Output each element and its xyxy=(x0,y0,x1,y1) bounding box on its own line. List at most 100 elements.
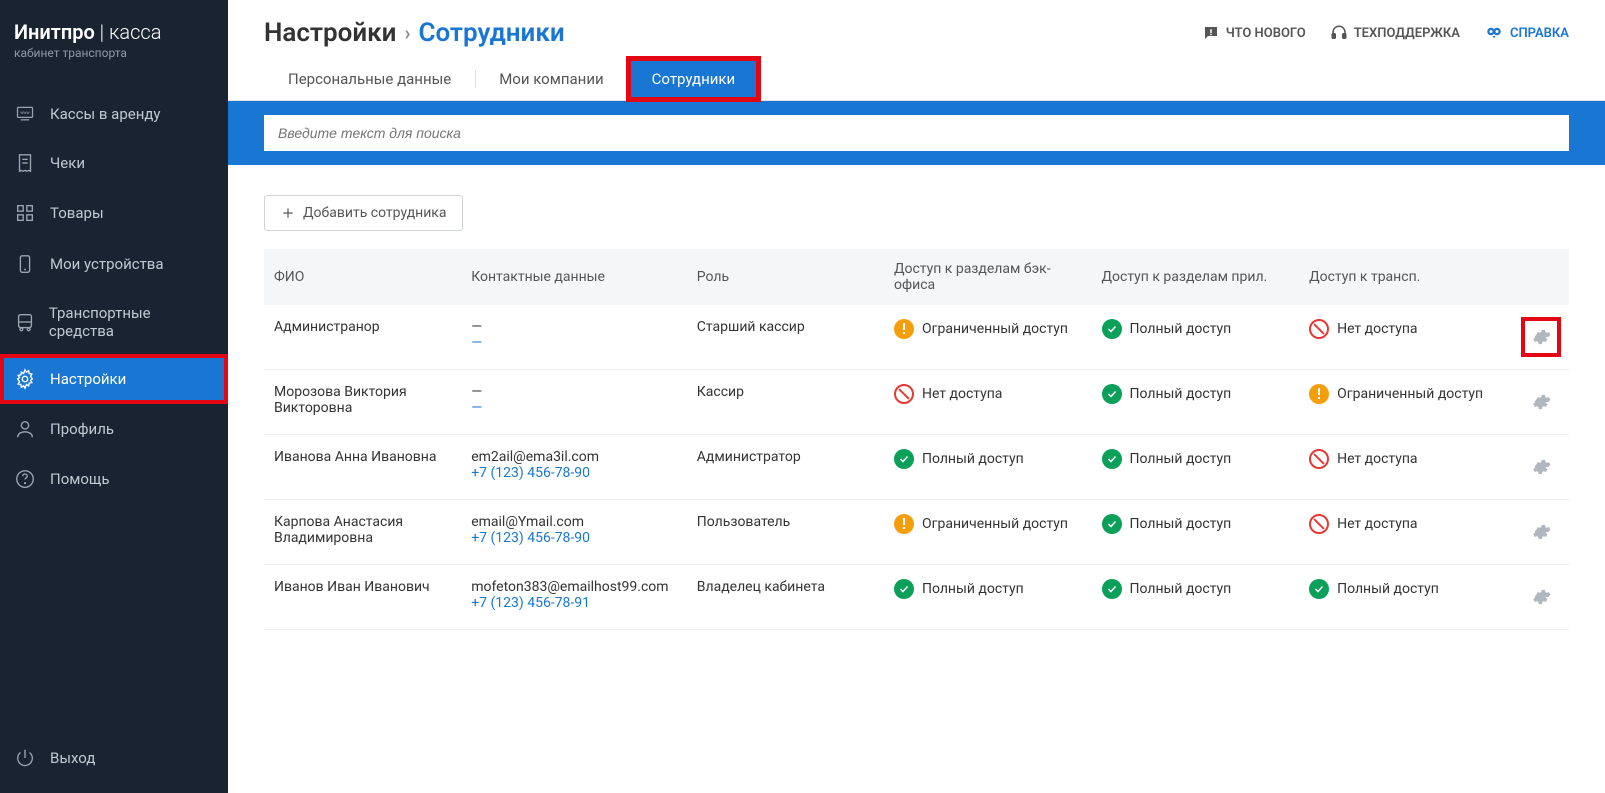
access-cell: Полный доступ xyxy=(1102,384,1290,404)
breadcrumb-current: Сотрудники xyxy=(418,18,564,48)
table-header-row: ФИО Контактные данные Роль Доступ к разд… xyxy=(264,249,1569,305)
sidebar-item-label: Товары xyxy=(50,204,104,222)
access-label: Полный доступ xyxy=(922,581,1024,597)
access-cell: Полный доступ xyxy=(1102,319,1290,339)
cell-app: Полный доступ xyxy=(1092,435,1300,500)
grid-icon xyxy=(14,202,50,224)
cell-role: Пользователь xyxy=(687,500,884,565)
access-label: Ограниченный доступ xyxy=(1337,386,1483,402)
sidebar-item-transport[interactable]: Транспортные средства xyxy=(0,290,228,354)
whats-new-link[interactable]: ЧТО НОВОГО xyxy=(1202,24,1306,42)
access-cell: Полный доступ xyxy=(894,449,1082,469)
access-cell: Нет доступа xyxy=(894,384,1082,404)
table-row: Администранор——Старший кассирОграниченны… xyxy=(264,305,1569,370)
access-label: Ограниченный доступ xyxy=(922,516,1068,532)
sidebar-item-label: Помощь xyxy=(50,470,110,488)
svg-text:www: www xyxy=(20,111,30,116)
sidebar-exit-label: Выход xyxy=(50,749,95,767)
row-settings-button[interactable] xyxy=(1523,384,1559,420)
main: Настройки › Сотрудники ЧТО НОВОГО ТЕХПОД… xyxy=(228,0,1605,793)
tab-companies[interactable]: Мои компании xyxy=(475,58,627,100)
cell-actions xyxy=(1507,305,1569,370)
access-cell: Ограниченный доступ xyxy=(894,514,1082,534)
cell-role: Кассир xyxy=(687,370,884,435)
brand-sep: | xyxy=(95,20,109,44)
block-icon xyxy=(1309,319,1329,339)
cell-contact: mofeton383@emailhost99.com+7 (123) 456-7… xyxy=(461,565,687,630)
warning-icon xyxy=(894,319,914,339)
access-label: Полный доступ xyxy=(1130,516,1232,532)
cell-tr: Нет доступа xyxy=(1299,500,1507,565)
sidebar-item-profile[interactable]: Профиль xyxy=(0,404,228,454)
add-employee-button[interactable]: Добавить сотрудника xyxy=(264,195,463,231)
sidebar-exit[interactable]: Выход xyxy=(0,733,228,793)
block-icon xyxy=(894,384,914,404)
contact-email: em2ail@ema3il.com xyxy=(471,449,677,465)
row-settings-button[interactable] xyxy=(1523,319,1559,355)
cell-bo: Ограниченный доступ xyxy=(884,500,1092,565)
access-label: Нет доступа xyxy=(922,386,1002,402)
th-contact: Контактные данные xyxy=(461,249,687,305)
sidebar-item-label: Транспортные средства xyxy=(49,304,214,340)
cell-role: Администратор xyxy=(687,435,884,500)
brand-prefix: Инитпро xyxy=(14,20,95,44)
sidebar-item-receipts[interactable]: Чеки xyxy=(0,138,228,188)
cell-name: Морозова Виктория Викторовна xyxy=(264,370,461,435)
cell-tr: Нет доступа xyxy=(1299,435,1507,500)
cell-app: Полный доступ xyxy=(1092,500,1300,565)
access-cell: Ограниченный доступ xyxy=(1309,384,1497,404)
th-name: ФИО xyxy=(264,249,461,305)
row-settings-button[interactable] xyxy=(1523,579,1559,615)
breadcrumb-section: Настройки xyxy=(264,18,396,48)
cell-bo: Нет доступа xyxy=(884,370,1092,435)
sidebar-item-products[interactable]: Товары xyxy=(0,188,228,238)
receipt-icon xyxy=(14,152,50,174)
search-input[interactable] xyxy=(264,115,1569,151)
tabs: Персональные данные Мои компании Сотрудн… xyxy=(228,48,1605,101)
sidebar-item-label: Кассы в аренду xyxy=(50,105,161,123)
access-cell: Нет доступа xyxy=(1309,319,1497,339)
access-label: Полный доступ xyxy=(1130,321,1232,337)
power-icon xyxy=(14,747,50,769)
contact-email: mofeton383@emailhost99.com xyxy=(471,579,677,595)
access-label: Полный доступ xyxy=(922,451,1024,467)
top-link-label: СПРАВКА xyxy=(1510,26,1569,41)
brand: Инитпро | касса xyxy=(14,20,214,44)
help-icon xyxy=(14,468,50,490)
search-band xyxy=(228,101,1605,165)
sidebar-item-help[interactable]: Помощь xyxy=(0,454,228,504)
tab-employees[interactable]: Сотрудники xyxy=(628,58,760,100)
access-cell: Ограниченный доступ xyxy=(894,319,1082,339)
breadcrumb: Настройки › Сотрудники xyxy=(264,18,565,48)
check-icon xyxy=(1102,384,1122,404)
sidebar-item-devices[interactable]: Мои устройства xyxy=(0,238,228,290)
th-backoffice: Доступ к разделам бэк-офиса xyxy=(884,249,1092,305)
cell-app: Полный доступ xyxy=(1092,305,1300,370)
sidebar-item-rent[interactable]: www Кассы в аренду xyxy=(0,90,228,138)
search-wrap xyxy=(264,115,1569,151)
cell-tr: Нет доступа xyxy=(1299,305,1507,370)
owl-icon xyxy=(1484,24,1504,42)
warning-icon xyxy=(894,514,914,534)
cell-name: Администранор xyxy=(264,305,461,370)
sidebar-nav: www Кассы в аренду Чеки Товары Мои устро… xyxy=(0,70,228,733)
help-link[interactable]: СПРАВКА xyxy=(1484,24,1569,42)
row-settings-button[interactable] xyxy=(1523,514,1559,550)
row-settings-button[interactable] xyxy=(1523,449,1559,485)
check-icon xyxy=(1102,319,1122,339)
sidebar-item-settings[interactable]: Настройки xyxy=(0,354,228,404)
support-link[interactable]: ТЕХПОДДЕРЖКА xyxy=(1330,24,1460,42)
access-label: Полный доступ xyxy=(1337,581,1439,597)
device-icon xyxy=(14,252,50,276)
access-cell: Полный доступ xyxy=(1102,514,1290,534)
tab-personal[interactable]: Персональные данные xyxy=(264,58,475,100)
access-label: Нет доступа xyxy=(1337,451,1417,467)
cell-actions xyxy=(1507,370,1569,435)
contact-email: — xyxy=(471,384,677,400)
th-actions xyxy=(1507,249,1569,305)
chevron-right-icon: › xyxy=(404,21,410,45)
table-row: Карпова Анастасия Владимировнаemail@Ymai… xyxy=(264,500,1569,565)
access-cell: Нет доступа xyxy=(1309,514,1497,534)
cell-actions xyxy=(1507,435,1569,500)
cell-name: Карпова Анастасия Владимировна xyxy=(264,500,461,565)
